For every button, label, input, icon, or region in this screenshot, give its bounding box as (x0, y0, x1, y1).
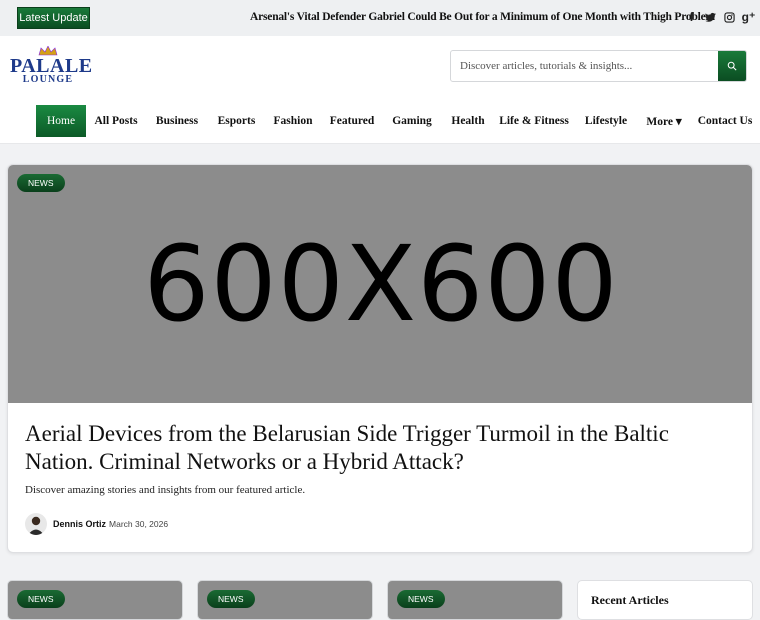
nav-all-posts[interactable]: All Posts (92, 105, 140, 137)
facebook-icon[interactable]: f (686, 10, 697, 24)
placeholder-image-text: 600X600 (143, 223, 619, 345)
top-bar: Latest Update Arsenal's Vital Defender G… (0, 0, 760, 36)
latest-update-button[interactable]: Latest Update (17, 7, 90, 29)
article-card[interactable]: NEWS (387, 580, 563, 620)
category-badge[interactable]: NEWS (17, 590, 65, 608)
nav-home[interactable]: Home (36, 105, 86, 137)
nav-business[interactable]: Business (152, 105, 202, 137)
logo-name: PALALE (10, 55, 93, 77)
search-input[interactable] (451, 51, 719, 81)
featured-article-image[interactable]: 600X600 (8, 165, 752, 403)
nav-contact-us[interactable]: Contact Us (698, 105, 753, 137)
instagram-icon[interactable] (724, 10, 735, 24)
nav-gaming[interactable]: Gaming (389, 105, 435, 137)
recent-articles-widget: Recent Articles (577, 580, 753, 620)
author-name[interactable]: Dennis Ortiz (53, 519, 106, 529)
recent-articles-title: Recent Articles (591, 593, 669, 607)
nav-life-fitness[interactable]: Life & Fitness (499, 105, 569, 137)
twitter-icon[interactable] (705, 10, 716, 24)
search-button[interactable] (718, 51, 746, 81)
main-nav: Home All Posts Business Esports Fashion … (0, 96, 760, 144)
social-links: f g⁺ (686, 10, 756, 24)
site-header: PALALE LOUNGE (0, 36, 760, 96)
logo-subtitle: LOUNGE (22, 74, 74, 85)
article-card[interactable]: NEWS (7, 580, 183, 620)
search-icon (727, 61, 737, 71)
category-badge[interactable]: NEWS (397, 590, 445, 608)
search-box (450, 50, 747, 82)
nav-lifestyle[interactable]: Lifestyle (582, 105, 630, 137)
category-badge[interactable]: NEWS (17, 174, 65, 192)
author-avatar[interactable] (25, 513, 47, 535)
featured-article-title[interactable]: Aerial Devices from the Belarusian Side … (25, 420, 735, 476)
nav-health[interactable]: Health (448, 105, 488, 137)
featured-article-card[interactable]: 600X600 NEWS Aerial Devices from the Bel… (7, 164, 753, 553)
featured-article-description: Discover amazing stories and insights fr… (25, 484, 306, 496)
nav-more-dropdown[interactable]: More ▾ (644, 105, 684, 137)
article-card[interactable]: NEWS (197, 580, 373, 620)
site-logo[interactable]: PALALE LOUNGE (10, 46, 93, 85)
nav-featured[interactable]: Featured (328, 105, 376, 137)
google-plus-icon[interactable]: g⁺ (742, 10, 756, 24)
nav-fashion[interactable]: Fashion (270, 105, 316, 137)
article-meta: Dennis Ortiz March 30, 2026 (25, 513, 168, 535)
news-ticker[interactable]: Arsenal's Vital Defender Gabriel Could B… (250, 11, 715, 23)
category-badge[interactable]: NEWS (207, 590, 255, 608)
article-date: March 30, 2026 (109, 519, 169, 529)
nav-esports[interactable]: Esports (214, 105, 259, 137)
